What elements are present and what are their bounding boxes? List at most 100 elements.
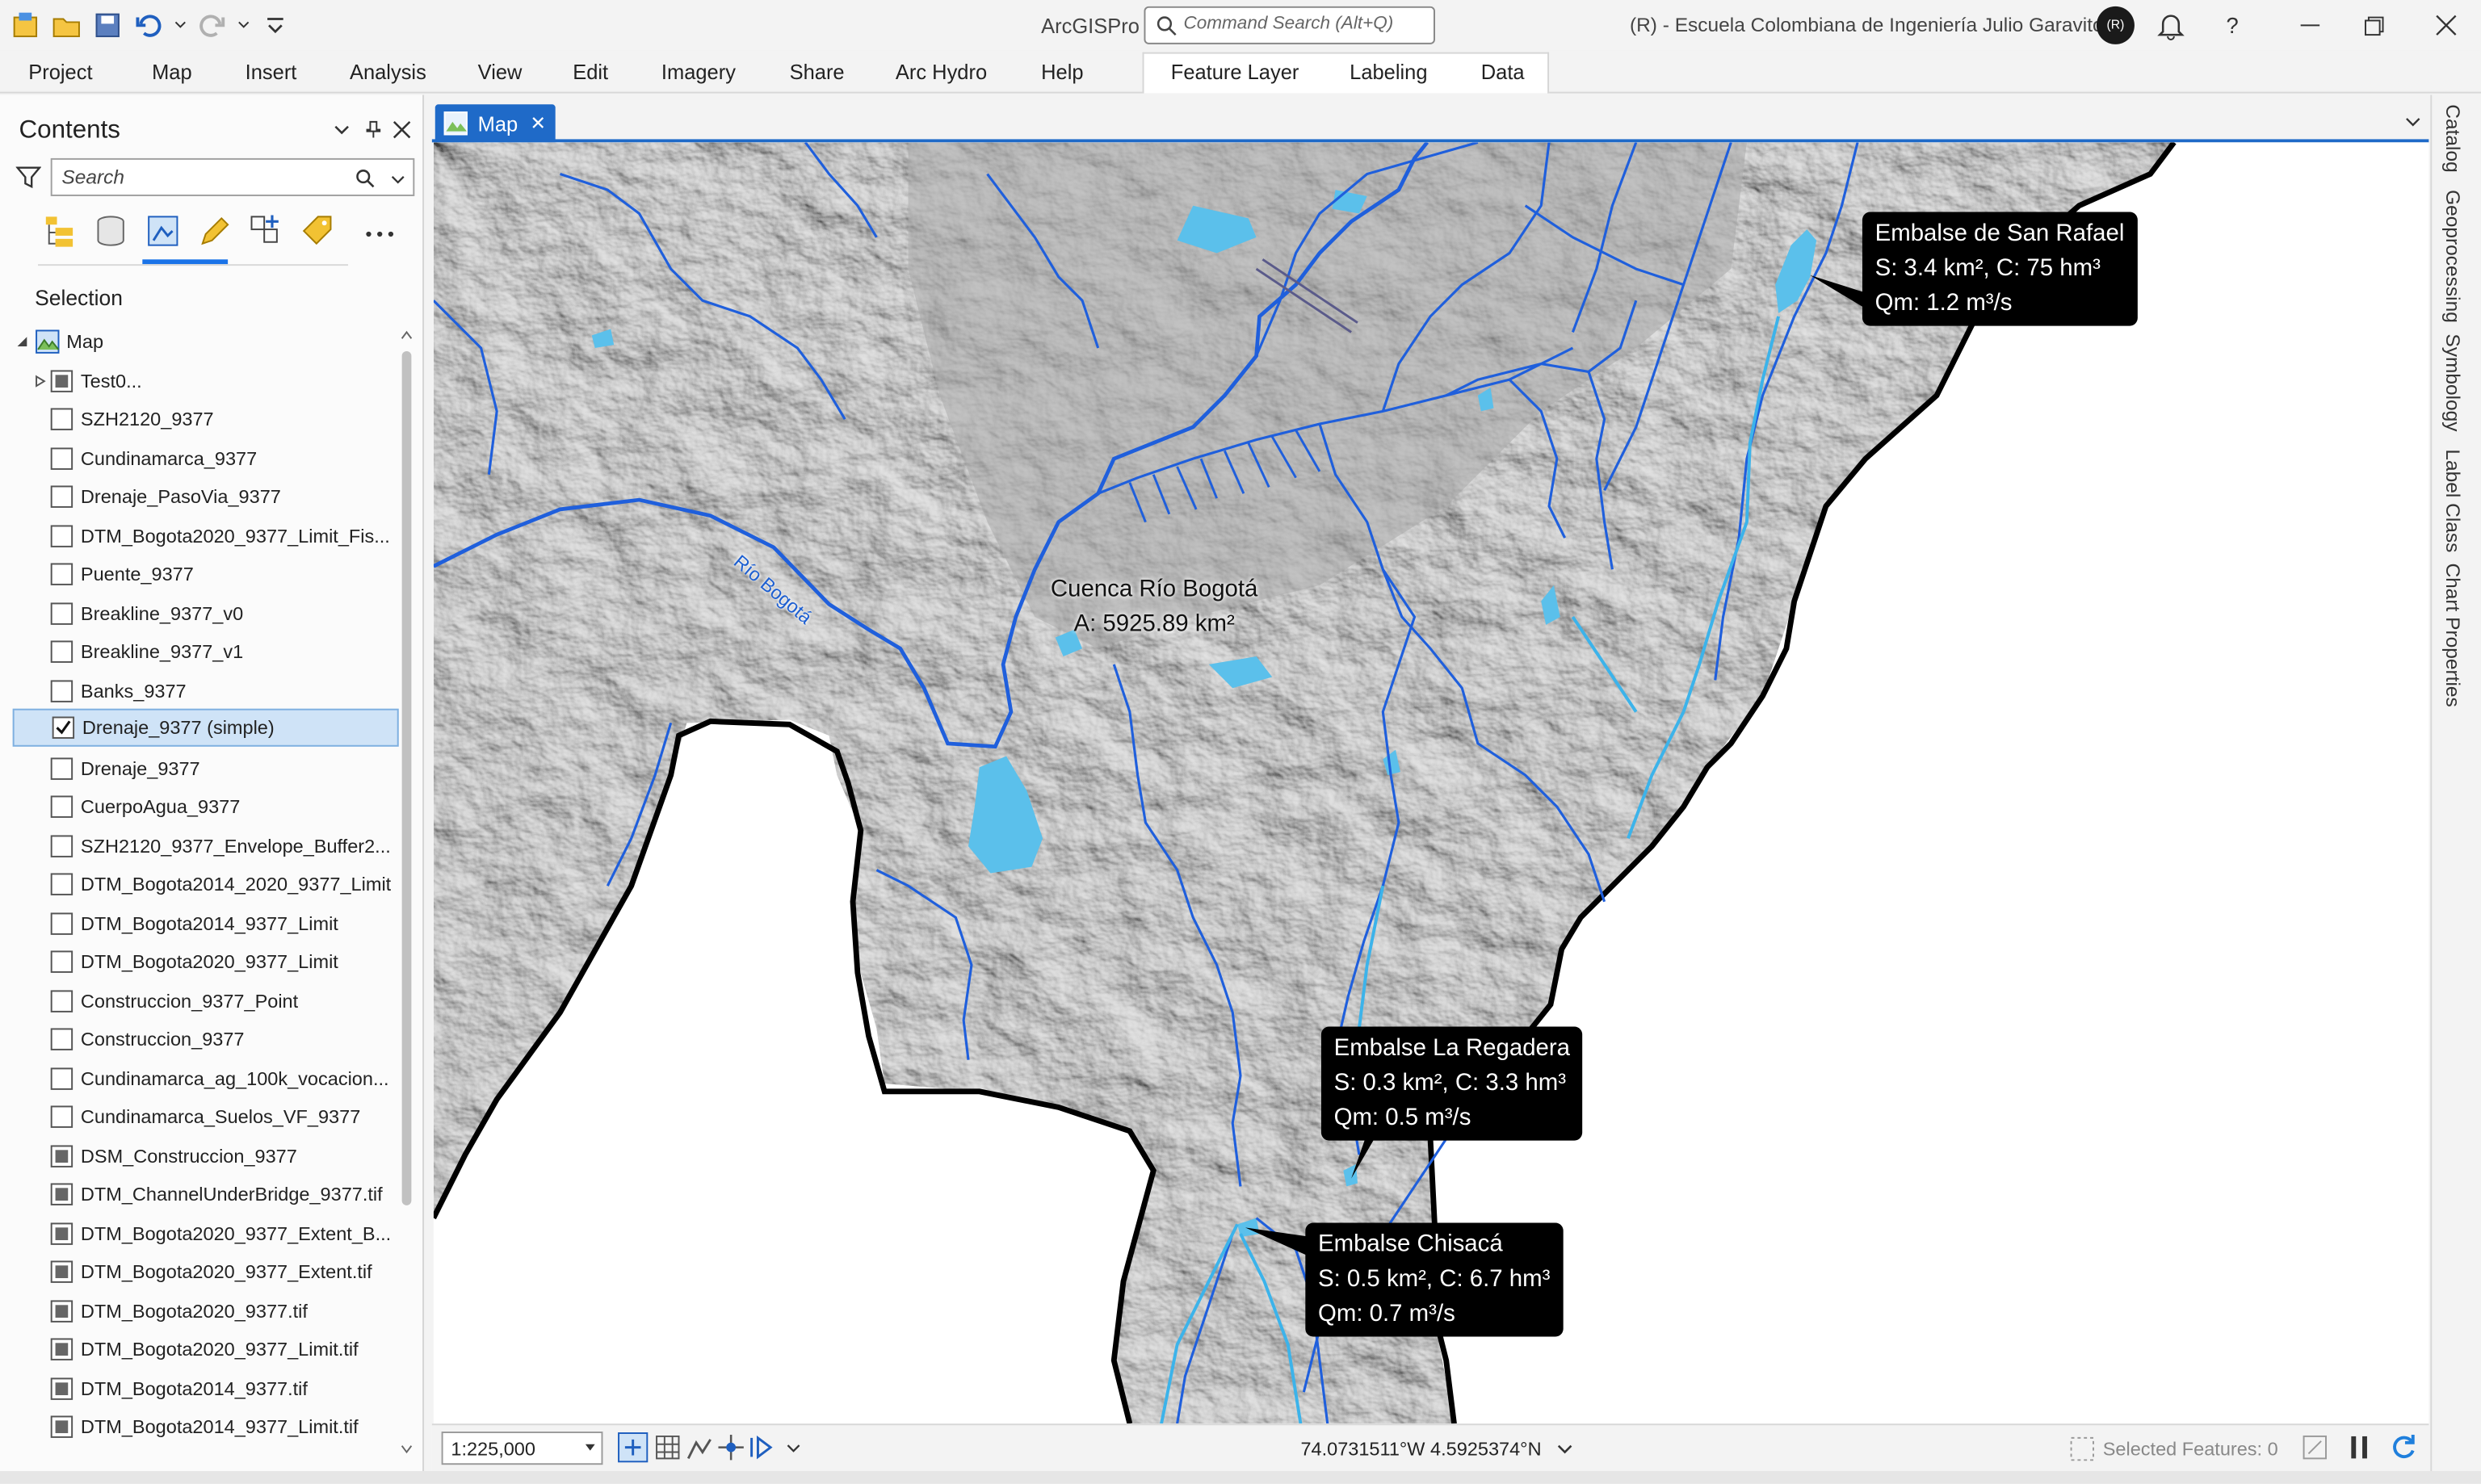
pin-icon[interactable] bbox=[364, 120, 384, 140]
layer-item[interactable]: CuerpoAgua_9377 bbox=[13, 788, 399, 826]
layer-item[interactable]: Construccion_9377 bbox=[13, 1021, 399, 1059]
layer-item[interactable]: DTM_Bogota2020_9377_Limit bbox=[13, 943, 399, 981]
layer-item[interactable]: DSM_Construccion_9377 bbox=[13, 1138, 399, 1176]
layer-item[interactable]: DTM_Bogota2014_9377_Limit bbox=[13, 905, 399, 943]
layer-checkbox[interactable] bbox=[50, 1183, 73, 1205]
layer-checkbox[interactable] bbox=[50, 1338, 73, 1360]
contents-search-input[interactable]: Search bbox=[50, 157, 415, 196]
chevron-down-icon[interactable] bbox=[391, 173, 405, 187]
tab-view[interactable]: View bbox=[478, 60, 523, 83]
layer-checkbox[interactable] bbox=[50, 1105, 73, 1128]
open-project-icon[interactable] bbox=[51, 10, 82, 41]
avatar[interactable]: (R) bbox=[2096, 6, 2135, 44]
callout-chisaca[interactable]: Embalse Chisacá S: 0.5 km², C: 6.7 hm³ Q… bbox=[1305, 1222, 1564, 1337]
layer-item[interactable]: DTM_Bogota2020_9377_Extent_B... bbox=[13, 1215, 399, 1253]
list-by-labeling-icon[interactable] bbox=[299, 212, 337, 250]
tab-edit[interactable]: Edit bbox=[573, 60, 608, 83]
layer-checkbox[interactable] bbox=[50, 873, 73, 895]
scrollbar-thumb[interactable] bbox=[401, 350, 412, 1205]
filter-icon[interactable] bbox=[15, 165, 41, 190]
tab-chart-properties[interactable]: Chart Properties bbox=[2441, 563, 2463, 706]
layer-item[interactable]: DTM_Bogota2020_9377.tif bbox=[13, 1293, 399, 1331]
layer-checkbox[interactable] bbox=[50, 525, 73, 547]
list-by-selection-icon[interactable] bbox=[144, 212, 182, 250]
map-node[interactable]: Map bbox=[13, 323, 399, 361]
list-by-data-source-icon[interactable] bbox=[92, 212, 130, 250]
scroll-down-icon[interactable] bbox=[401, 1443, 414, 1456]
layer-checkbox[interactable] bbox=[50, 990, 73, 1012]
layer-item[interactable]: Puente_9377 bbox=[13, 555, 399, 593]
close-pane-icon[interactable] bbox=[393, 120, 412, 140]
command-search-input[interactable]: Command Search (Alt+Q) bbox=[1144, 6, 1435, 44]
close-tab-icon[interactable]: ✕ bbox=[530, 112, 546, 134]
tab-help[interactable]: Help bbox=[1041, 60, 1083, 83]
layer-item[interactable]: Cundinamarca_ag_100k_vocacion... bbox=[13, 1060, 399, 1098]
list-by-drawing-order-icon[interactable] bbox=[41, 212, 79, 250]
collapse-triangle-icon[interactable] bbox=[16, 335, 29, 348]
tab-symbology[interactable]: Symbology bbox=[2441, 333, 2463, 431]
layer-checkbox[interactable] bbox=[50, 1222, 73, 1245]
more-options-icon[interactable] bbox=[361, 212, 399, 250]
layer-item[interactable]: SZH2120_9377 bbox=[13, 400, 399, 438]
map-canvas[interactable]: Río Bogotá Cuenca Río Bogotá A: 5925.89 … bbox=[433, 142, 2429, 1424]
redo-icon[interactable] bbox=[196, 10, 228, 41]
layer-checkbox[interactable] bbox=[50, 757, 73, 780]
layer-item[interactable]: Breakline_9377_v0 bbox=[13, 595, 399, 633]
layer-item[interactable]: DTM_Bogota2020_9377_Limit.tif bbox=[13, 1331, 399, 1369]
close-icon[interactable] bbox=[2430, 10, 2462, 41]
snapping-icon[interactable] bbox=[716, 1432, 747, 1463]
tab-map[interactable]: Map bbox=[152, 60, 192, 83]
tab-catalog[interactable]: Catalog bbox=[2441, 104, 2463, 172]
layer-item-selected[interactable]: Drenaje_9377 (simple) bbox=[12, 708, 399, 747]
tab-arc-hydro[interactable]: Arc Hydro bbox=[896, 60, 987, 83]
tab-imagery[interactable]: Imagery bbox=[661, 60, 736, 83]
layer-item[interactable]: Cundinamarca_Suelos_VF_9377 bbox=[13, 1098, 399, 1136]
refresh-icon[interactable] bbox=[2387, 1432, 2419, 1463]
layer-checkbox[interactable] bbox=[50, 447, 73, 470]
list-by-snapping-icon[interactable] bbox=[247, 212, 285, 250]
layer-item[interactable]: DTM_ChannelUnderBridge_9377.tif bbox=[13, 1176, 399, 1214]
layer-item[interactable]: Banks_9377 bbox=[13, 673, 399, 711]
minimize-icon[interactable] bbox=[2294, 10, 2326, 41]
layer-checkbox[interactable] bbox=[50, 1028, 73, 1050]
layer-checkbox[interactable] bbox=[50, 1067, 73, 1090]
layer-item[interactable]: DTM_Bogota2020_9377_Extent.tif bbox=[13, 1253, 399, 1291]
map-tab[interactable]: Map ✕ bbox=[434, 104, 556, 143]
layer-item[interactable]: DTM_Bogota2014_9377.tif bbox=[13, 1370, 399, 1408]
layer-checkbox[interactable] bbox=[50, 485, 73, 508]
layer-item[interactable]: Cundinamarca_9377 bbox=[13, 440, 399, 478]
layer-item[interactable]: Test0... bbox=[13, 363, 399, 400]
tab-analysis[interactable]: Analysis bbox=[350, 60, 426, 83]
layer-item[interactable]: SZH2120_9377_Envelope_Buffer2... bbox=[13, 828, 399, 866]
layer-checkbox[interactable] bbox=[50, 950, 73, 973]
callout-la-regadera[interactable]: Embalse La Regadera S: 0.3 km², C: 3.3 h… bbox=[1320, 1026, 1583, 1141]
pause-drawing-icon[interactable] bbox=[747, 1432, 779, 1463]
pause-icon[interactable] bbox=[2344, 1432, 2375, 1463]
fixed-zoom-icon[interactable] bbox=[617, 1432, 649, 1463]
layer-checkbox[interactable] bbox=[50, 680, 73, 702]
layer-item[interactable]: Drenaje_PasoVia_9377 bbox=[13, 478, 399, 516]
tab-data[interactable]: Data bbox=[1481, 60, 1525, 83]
layer-checkbox[interactable] bbox=[50, 563, 73, 585]
contents-scrollbar[interactable] bbox=[399, 326, 415, 1471]
list-by-editing-icon[interactable] bbox=[196, 212, 234, 250]
pane-options-icon[interactable] bbox=[332, 120, 351, 140]
layer-checkbox[interactable] bbox=[50, 640, 73, 663]
new-project-icon[interactable] bbox=[10, 10, 41, 41]
tab-insert[interactable]: Insert bbox=[246, 60, 297, 83]
search-icon[interactable] bbox=[355, 168, 375, 188]
scroll-up-icon[interactable] bbox=[401, 329, 414, 342]
tab-list-dropdown-icon[interactable] bbox=[2405, 114, 2421, 130]
tab-project[interactable]: Project bbox=[28, 60, 92, 83]
layer-item[interactable]: DTM_Bogota2020_9377_Limit_Fis... bbox=[13, 518, 399, 555]
layer-checkbox[interactable] bbox=[50, 1377, 73, 1400]
layer-checkbox[interactable] bbox=[50, 408, 73, 430]
clear-selection-icon[interactable] bbox=[2299, 1432, 2331, 1463]
tab-geoprocessing[interactable]: Geoprocessing bbox=[2441, 190, 2463, 323]
layer-checkbox[interactable] bbox=[50, 1260, 73, 1283]
undo-icon[interactable] bbox=[133, 10, 165, 41]
undo-dropdown-icon[interactable] bbox=[174, 19, 187, 32]
layer-checkbox[interactable] bbox=[50, 370, 73, 392]
layer-item[interactable]: DTM_Bogota2014_2020_9377_Limit bbox=[13, 866, 399, 903]
bell-icon[interactable] bbox=[2155, 10, 2186, 41]
